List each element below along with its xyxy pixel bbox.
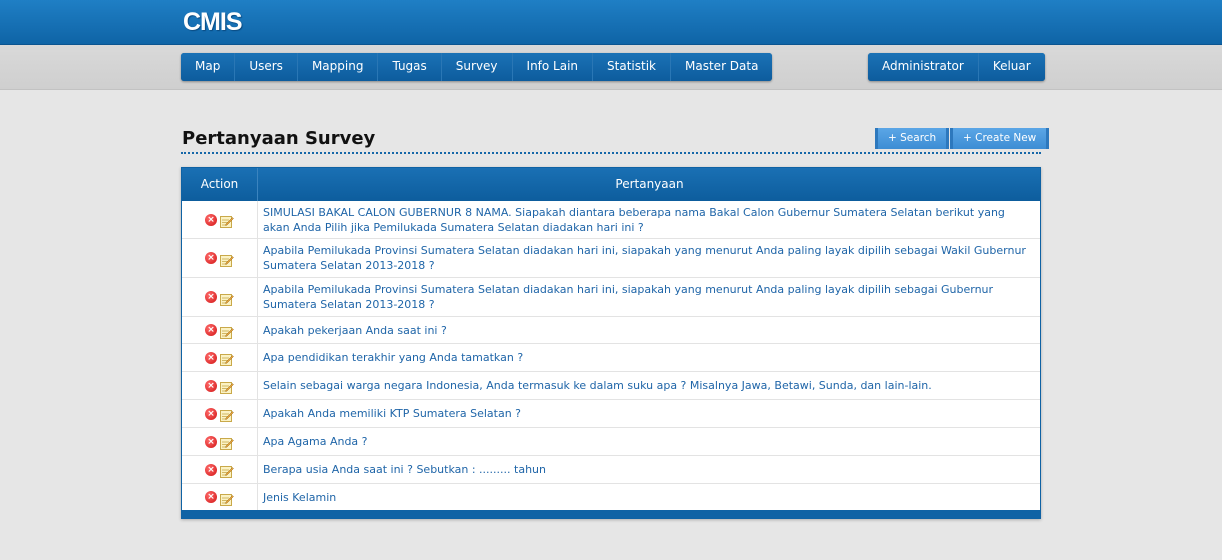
edit-icon[interactable]: [220, 491, 234, 506]
edit-icon[interactable]: [220, 435, 234, 450]
delete-icon[interactable]: ×: [205, 463, 217, 476]
action-cell: ×: [182, 400, 258, 427]
question-link[interactable]: Apabila Pemilukada Provinsi Sumatera Sel…: [258, 239, 1040, 277]
nav-item-statistik[interactable]: Statistik: [593, 53, 672, 81]
table-row: × Apakah Anda memiliki KTP Sumatera Selat…: [182, 400, 1040, 428]
delete-icon[interactable]: ×: [205, 491, 217, 503]
delete-icon[interactable]: ×: [205, 291, 217, 303]
nav-item-tugas[interactable]: Tugas: [378, 53, 442, 81]
action-cell: ×: [182, 201, 258, 238]
main-nav: Map Users Mapping Tugas Survey Info Lain…: [181, 53, 773, 81]
question-link[interactable]: Jenis Kelamin: [258, 484, 1040, 510]
action-cell: ×: [182, 484, 258, 510]
edit-icon[interactable]: [220, 407, 234, 422]
nav-item-map[interactable]: Map: [181, 53, 236, 81]
question-link[interactable]: SIMULASI BAKAL CALON GUBERNUR 8 NAMA. Si…: [258, 201, 1040, 238]
column-header-question: Pertanyaan: [615, 177, 684, 191]
question-link[interactable]: Selain sebagai warga negara Indonesia, A…: [258, 372, 1040, 399]
nav-item-mapping[interactable]: Mapping: [297, 53, 379, 81]
nav-item-master-data[interactable]: Master Data: [671, 53, 773, 81]
table-body: × SIMULASI BAKAL CALON GUBERNUR 8 NAMA. S…: [182, 201, 1040, 511]
table-row: × Selain sebagai warga negara Indonesia, …: [182, 372, 1040, 400]
delete-icon[interactable]: ×: [205, 379, 217, 392]
table-row: × Apa pendidikan terakhir yang Anda tamat…: [182, 344, 1040, 372]
action-cell: ×: [182, 344, 258, 371]
nav-item-keluar[interactable]: Keluar: [978, 53, 1045, 81]
delete-icon[interactable]: ×: [205, 407, 217, 420]
question-link[interactable]: Apa Agama Anda ?: [258, 428, 1040, 455]
table-row: × Apabila Pemilukada Provinsi Sumatera Se…: [182, 239, 1040, 278]
table-row: × Apabila Pemilukada Provinsi Sumatera Se…: [182, 278, 1040, 317]
action-cell: ×: [182, 456, 258, 483]
delete-icon[interactable]: ×: [205, 252, 217, 264]
title-divider: [181, 152, 1041, 154]
nav-item-administrator[interactable]: Administrator: [868, 53, 979, 81]
action-cell: ×: [182, 428, 258, 455]
question-link[interactable]: Berapa usia Anda saat ini ? Sebutkan : .…: [258, 456, 1040, 483]
table-row: × SIMULASI BAKAL CALON GUBERNUR 8 NAMA. S…: [182, 201, 1040, 239]
delete-icon[interactable]: ×: [205, 435, 217, 448]
delete-icon[interactable]: ×: [205, 324, 217, 336]
create-new-button[interactable]: + Create New: [950, 128, 1050, 149]
question-link[interactable]: Apakah pekerjaan Anda saat ini ?: [258, 317, 1040, 343]
app-logo[interactable]: CMIS: [183, 8, 242, 37]
table-row: × Apakah pekerjaan Anda saat ini ?: [182, 317, 1040, 344]
page-title: Pertanyaan Survey: [182, 128, 376, 149]
edit-icon[interactable]: [220, 324, 234, 339]
table-row: × Apa Agama Anda ?: [182, 428, 1040, 456]
question-link[interactable]: Apa pendidikan terakhir yang Anda tamatk…: [258, 344, 1040, 371]
edit-icon[interactable]: [220, 463, 234, 478]
table-footer: [182, 510, 1040, 518]
table-header: Action Pertanyaan: [182, 168, 1040, 201]
edit-icon[interactable]: [220, 252, 234, 267]
action-cell: ×: [182, 317, 258, 343]
nav-item-survey[interactable]: Survey: [441, 53, 513, 81]
nav-item-users[interactable]: Users: [235, 53, 298, 81]
action-cell: ×: [182, 372, 258, 399]
action-cell: ×: [182, 239, 258, 277]
delete-icon[interactable]: ×: [205, 351, 217, 364]
edit-icon[interactable]: [220, 291, 234, 306]
edit-icon[interactable]: [220, 351, 234, 366]
survey-table: Action Pertanyaan × SIMULASI BAKAL CALON …: [181, 167, 1041, 519]
question-link[interactable]: Apabila Pemilukada Provinsi Sumatera Sel…: [258, 278, 1040, 316]
search-button[interactable]: + Search: [875, 128, 950, 149]
question-link[interactable]: Apakah Anda memiliki KTP Sumatera Selata…: [258, 400, 1040, 427]
top-header: CMIS: [0, 0, 1222, 45]
table-row: × Berapa usia Anda saat ini ? Sebutkan : …: [182, 456, 1040, 484]
delete-icon[interactable]: ×: [205, 213, 217, 226]
nav-item-info-lain[interactable]: Info Lain: [512, 53, 594, 81]
action-cell: ×: [182, 278, 258, 316]
table-row: × Jenis Kelamin: [182, 484, 1040, 511]
column-header-action: Action: [182, 168, 258, 201]
edit-icon[interactable]: [220, 379, 234, 394]
user-nav: Administrator Keluar: [868, 53, 1045, 81]
edit-icon[interactable]: [220, 213, 234, 228]
